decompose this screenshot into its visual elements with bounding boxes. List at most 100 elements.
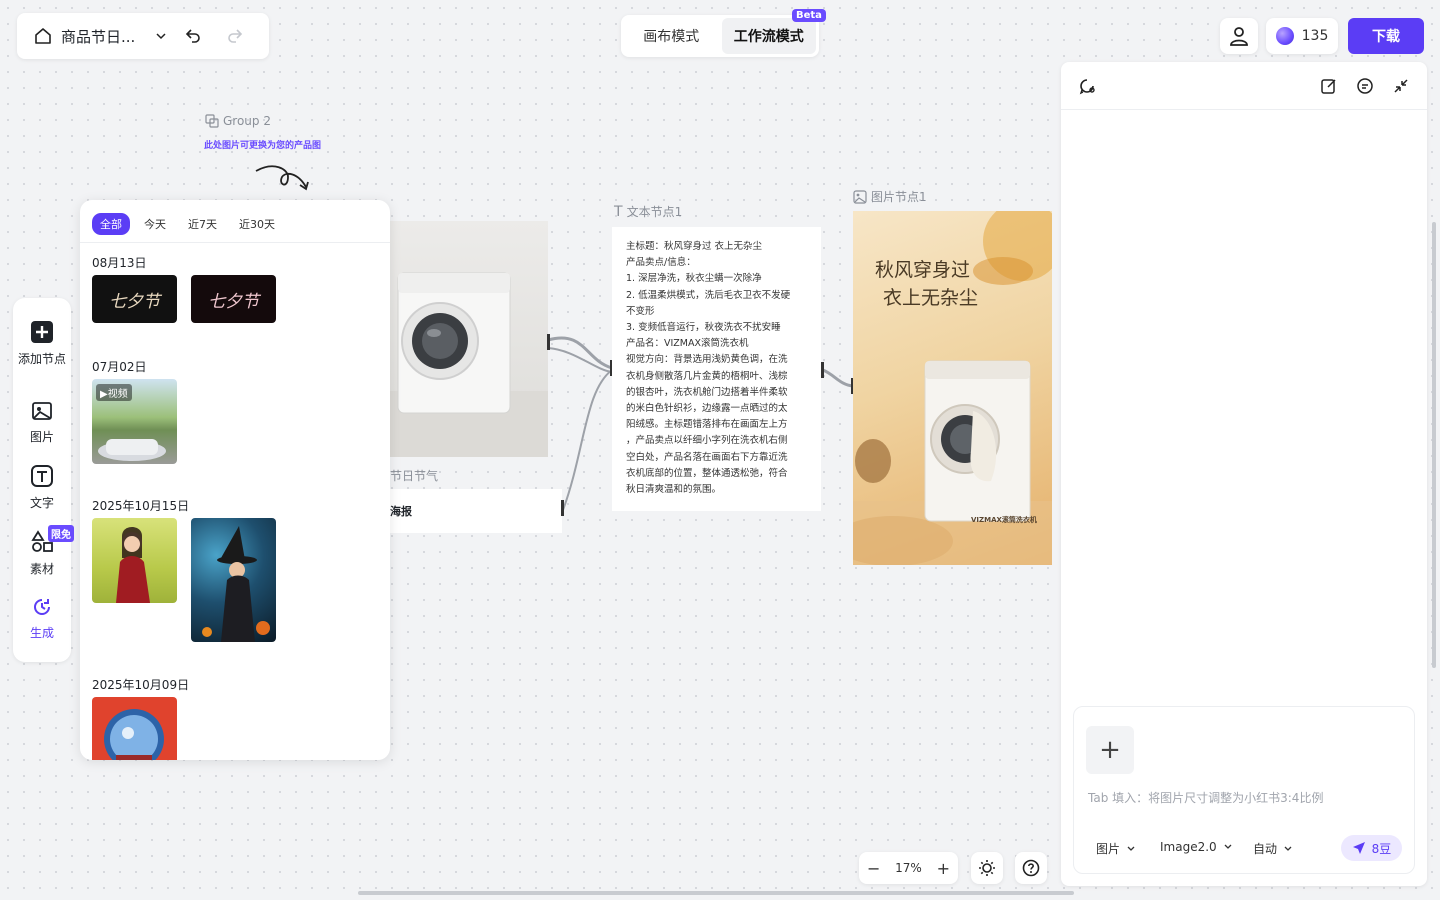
zoom-controls: − 17% + [859, 852, 958, 884]
credits-display[interactable]: 135 [1266, 18, 1338, 54]
beta-badge: Beta [792, 9, 826, 22]
group-label: Group 2 [223, 114, 271, 128]
image-node-header: 图片节点1 [853, 188, 927, 205]
text-line: 阳绒感。主标题错落排布在画面左上方 [626, 419, 788, 431]
history-date: 08月13日 [92, 256, 147, 270]
text-line: 空白处，产品名落在画面右下方靠近洗 [626, 451, 788, 463]
prompt-input[interactable]: Tab 填入：将图片尺寸调整为小红书3:4比例 [1088, 789, 1323, 806]
group-header: Group 2 [205, 114, 271, 128]
history-date: 2025年10月09日 [92, 678, 190, 692]
group-icon [205, 114, 219, 128]
filter-today[interactable]: 今天 [136, 213, 174, 235]
group-hint: 此处图片可更换为您的产品图 [204, 141, 322, 151]
history-date: 2025年10月15日 [92, 499, 190, 513]
text-line: 产品卖点/信息： [626, 257, 696, 269]
edit-icon[interactable] [1319, 76, 1339, 96]
zoom-level: 17% [895, 861, 922, 875]
model-select[interactable]: Image2.0 [1160, 840, 1233, 854]
history-panel: 全部 今天 近7天 近30天 08月13日 七夕节 七夕节 07月02日 ▶视频… [80, 200, 390, 760]
filter-7-days[interactable]: 近7天 [180, 213, 225, 235]
type-select-value: 图片 [1096, 842, 1121, 856]
poster-brand: VIZMAX滚筒洗衣机 [971, 516, 1037, 524]
mode-switch: 画布模式 工作流模式 [621, 15, 819, 57]
image-icon [32, 402, 52, 420]
poster-image-node[interactable]: 秋风穿身过 衣上无杂尘 VIZMAX滚筒洗衣机 [853, 211, 1052, 565]
collapse-icon[interactable] [1391, 76, 1411, 96]
send-icon [1352, 842, 1365, 854]
generate-tool-label: 生成 [29, 626, 54, 640]
text-tool[interactable]: 文字 [13, 464, 71, 511]
history-thumb[interactable]: 七夕节 [191, 275, 276, 323]
help-icon [1022, 859, 1040, 877]
ratio-select-value: 自动 [1253, 842, 1278, 856]
plus-square-icon [31, 321, 53, 343]
type-select[interactable]: 图片 [1096, 840, 1136, 857]
tool-rail: 添加节点 图片 文字 素材 生成 [13, 298, 71, 662]
limited-free-badge: 限免 [48, 525, 74, 542]
add-node-tool[interactable]: 添加节点 [13, 320, 71, 367]
history-thumb-festival[interactable] [92, 697, 177, 760]
image-tool[interactable]: 图片 [13, 400, 71, 445]
partial-prompt-card[interactable]: 海报 [390, 489, 562, 533]
canvas-mode-tab[interactable]: 画布模式 [624, 18, 719, 54]
chevron-down-icon[interactable] [155, 30, 167, 42]
history-video-thumb[interactable]: ▶视频 [92, 379, 177, 464]
filter-30-days[interactable]: 近30天 [231, 213, 283, 235]
text-line: 产品名：VIZMAX滚筒洗衣机 [626, 338, 749, 350]
download-button[interactable]: 下载 [1348, 18, 1424, 54]
add-node-label: 添加节点 [17, 352, 66, 366]
text-node-label: 文本节点1 [626, 205, 683, 219]
comment-icon[interactable] [1355, 76, 1375, 96]
sun-icon [979, 860, 995, 876]
ratio-select[interactable]: 自动 [1253, 840, 1293, 857]
model-select-value: Image2.0 [1160, 840, 1217, 854]
home-icon[interactable] [33, 26, 53, 46]
text-node[interactable]: 主标题：秋风穿身过 衣上无杂尘 产品卖点/信息： 1. 深层净洗，秋衣尘螨一次除… [612, 227, 821, 511]
credit-orb-icon [1275, 27, 1294, 45]
poster-title-line-1: 秋风穿身过 [875, 259, 971, 281]
vertical-scrollbar[interactable] [1432, 222, 1436, 668]
text-line: 不变形 [626, 305, 655, 317]
zoom-in-button[interactable]: + [937, 859, 950, 878]
user-icon [1230, 27, 1248, 46]
send-button[interactable]: 8豆 [1341, 835, 1402, 861]
workflow-mode-tab[interactable]: 工作流模式 [721, 18, 816, 54]
horizontal-scrollbar[interactable] [358, 891, 1074, 895]
text-line: 3. 变频低音运行，秋夜洗衣不扰安睡 [626, 322, 781, 334]
text-line: 的银杏叶，洗衣机舱门边搭着半件柔软 [626, 386, 788, 398]
project-title[interactable]: 商品节日... [61, 26, 147, 47]
help-button[interactable] [1015, 852, 1047, 884]
chat-panel-header [1061, 62, 1427, 110]
text-line: 衣机底部的位置，整体通透松弛，符合 [626, 467, 788, 479]
text-line: 主标题：秋风穿身过 衣上无杂尘 [626, 241, 763, 252]
curly-arrow-icon [255, 165, 309, 191]
chevron-down-icon [1284, 846, 1292, 851]
text-type-icon: T [614, 203, 623, 220]
text-line: 1. 深层净洗，秋衣尘螨一次除净 [626, 273, 762, 285]
history-thumb-portrait[interactable] [92, 518, 177, 603]
text-line: ，产品卖点以纤细小字列在洗衣机右侧 [626, 435, 788, 447]
undo-icon[interactable] [183, 26, 203, 46]
image-tool-label: 图片 [29, 430, 54, 444]
zoom-out-button[interactable]: − [867, 859, 880, 878]
history-thumb-witch[interactable] [191, 518, 276, 642]
add-attachment-button[interactable]: + [1086, 726, 1134, 774]
washer-image-node[interactable] [390, 221, 548, 457]
redo-icon[interactable] [225, 26, 245, 46]
image-type-icon [853, 189, 867, 204]
text-line: 的米白色针织衫，边缘露一点晒过的太 [626, 403, 788, 415]
history-thumb[interactable]: 七夕节 [92, 275, 177, 323]
history-date: 07月02日 [92, 360, 147, 374]
theme-toggle-button[interactable] [971, 852, 1003, 884]
chevron-down-icon [1224, 844, 1232, 849]
text-icon [31, 465, 53, 487]
project-toolbar: 商品节日... [17, 13, 269, 59]
poster-title-line-2: 衣上无杂尘 [883, 287, 979, 309]
chat-history-icon[interactable] [1077, 76, 1097, 96]
filter-all[interactable]: 全部 [92, 213, 130, 235]
text-tool-label: 文字 [29, 496, 54, 510]
text-node-header: T 文本节点1 [614, 203, 682, 220]
user-avatar-button[interactable] [1220, 18, 1258, 54]
divider [80, 242, 390, 243]
generate-tool[interactable]: 生成 [13, 596, 71, 641]
